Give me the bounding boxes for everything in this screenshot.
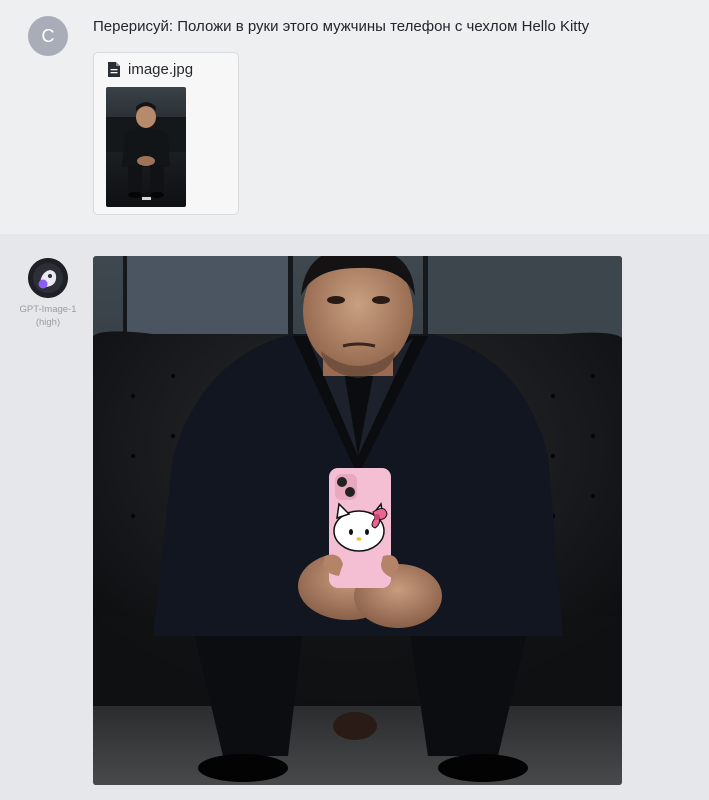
chat-page: C Перерисуй: Положи в руки этого мужчины… bbox=[0, 0, 709, 800]
user-message-text: Перерисуй: Положи в руки этого мужчины т… bbox=[93, 18, 590, 35]
file-icon bbox=[108, 62, 120, 77]
bot-model-name: GPT-Image-1 bbox=[19, 304, 77, 315]
attachment-file-name: image.jpg bbox=[128, 61, 194, 78]
user-message: C Перерисуй: Положи в руки этого мужчины… bbox=[0, 0, 709, 234]
assistant-message: GPT-Image-1 (high) bbox=[0, 234, 709, 800]
user-avatar[interactable]: C bbox=[28, 16, 68, 56]
bot-avatar-icon bbox=[28, 258, 68, 298]
generated-image[interactable] bbox=[93, 256, 622, 785]
attachment-card[interactable]: image.jpg bbox=[93, 52, 239, 215]
bot-model-label: GPT-Image-1 (high) bbox=[14, 303, 82, 329]
bot-avatar[interactable] bbox=[28, 258, 68, 298]
attachment-thumbnail[interactable] bbox=[106, 87, 186, 207]
bot-model-quality: (high) bbox=[35, 317, 61, 328]
